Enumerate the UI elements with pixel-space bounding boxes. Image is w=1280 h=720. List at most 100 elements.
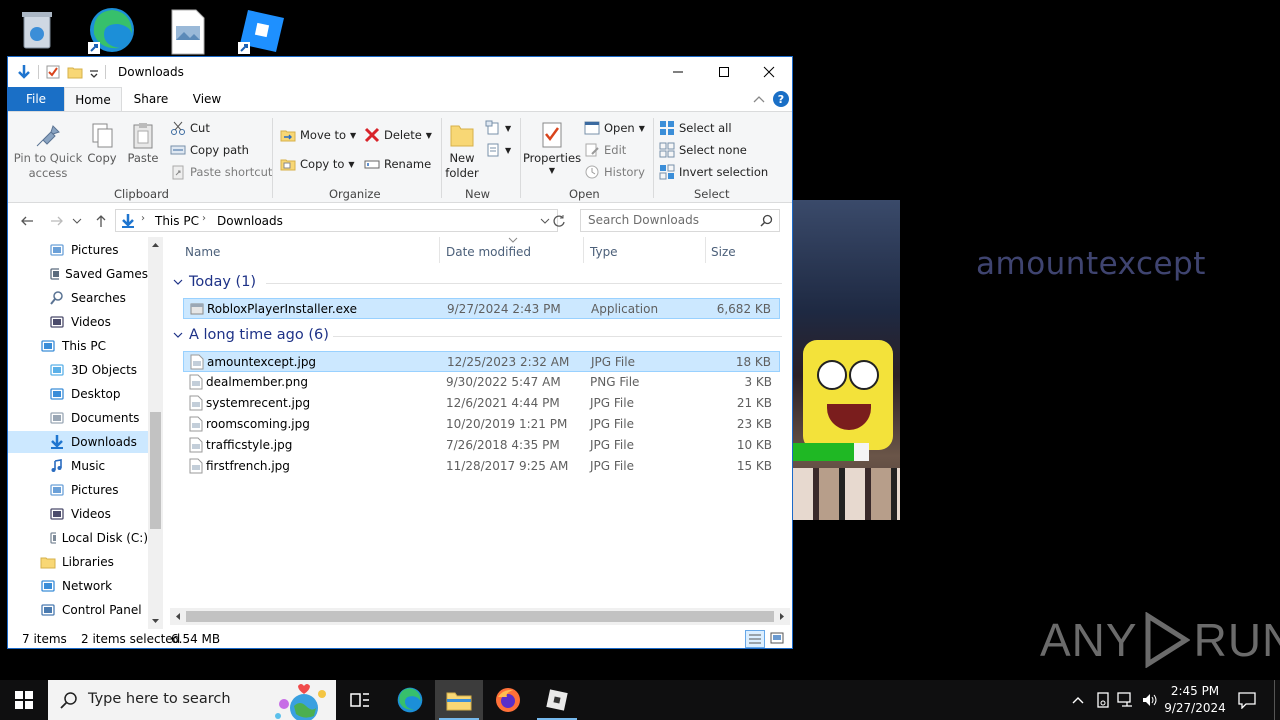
new-folder-button[interactable]: New folder [442,120,482,180]
collapse-ribbon-icon[interactable] [753,94,765,104]
notifications-icon[interactable] [1238,691,1256,709]
tab-share[interactable]: Share [126,87,176,111]
taskbar-firefox[interactable] [484,680,532,720]
col-type[interactable]: Type [590,245,618,259]
table-row[interactable]: RobloxPlayerInstaller.exe 9/27/2024 2:43 … [183,298,780,319]
sidebar-item-videos[interactable]: Videos [8,311,148,333]
sidebar-item-pictures[interactable]: Pictures [8,479,148,501]
address-dropdown-icon[interactable] [540,216,550,226]
large-icons-view-button[interactable] [769,630,787,648]
new-item-button[interactable]: ▼ [485,120,511,136]
col-name[interactable]: Name [185,245,220,259]
show-hidden-icons-chevron-icon[interactable] [1071,694,1085,706]
col-date-modified[interactable]: Date modified [446,245,531,259]
help-icon[interactable]: ? [773,91,789,107]
minimize-button[interactable] [655,57,701,87]
table-row[interactable]: amountexcept.jpg 12/25/2023 2:32 AM JPG Fi… [183,351,780,372]
tab-view[interactable]: View [182,87,232,111]
show-desktop-button[interactable] [1274,680,1280,720]
sidebar-item-control-panel[interactable]: Control Panel [8,599,148,621]
table-row[interactable]: firstfrench.jpg 11/28/2017 9:25 AM JPG Fil… [183,456,780,477]
tab-home[interactable]: Home [64,87,122,111]
sidebar-item-downloads[interactable]: Downloads [8,431,148,453]
up-arrow-icon[interactable] [94,214,108,228]
horizontal-scrollbar[interactable] [170,608,790,625]
open-button[interactable]: Open ▼ [584,120,645,136]
properties-check-icon[interactable] [45,64,61,80]
taskbar-file-explorer[interactable] [435,680,483,720]
sidebar-item-documents[interactable]: Documents [8,407,148,429]
device-icon[interactable] [1094,692,1112,708]
group-long-ago-header[interactable]: A long time ago (6) [173,327,329,343]
move-to-button[interactable]: Move to ▼ [280,127,356,143]
taskbar-edge[interactable] [386,680,434,720]
refresh-icon[interactable] [552,214,566,228]
start-button[interactable] [0,680,48,720]
table-row[interactable]: roomscoming.jpg 10/20/2019 1:21 PM JPG Fil… [183,414,780,435]
sidebar-item-desktop[interactable]: Desktop [8,383,148,405]
delete-button[interactable]: Delete ▼ [364,127,432,143]
delete-x-icon [364,127,380,143]
sidebar-item-videos[interactable]: Videos [8,503,148,525]
copy-button[interactable]: Copy [84,120,120,165]
sidebar-item-label: Downloads [71,435,137,449]
sidebar-item-this-pc[interactable]: This PC [8,335,148,357]
breadcrumb-downloads[interactable]: Downloads [217,214,283,228]
rename-button[interactable]: Rename [364,156,431,172]
properties-button[interactable]: Properties ▼ [522,120,582,175]
roblox-studio-icon[interactable] [236,6,288,56]
nav-scrollbar[interactable] [148,237,163,629]
select-all-button[interactable]: Select all [659,120,732,136]
sidebar-item-pictures[interactable]: Pictures [8,239,148,261]
taskbar-search-box[interactable]: Type here to search [48,680,336,720]
history-label: History [604,165,645,179]
new-folder-icon[interactable] [67,64,83,80]
copy-to-button[interactable]: Copy to ▼ [280,156,355,172]
sidebar-item-network[interactable]: Network [8,575,148,597]
down-arrow-icon[interactable] [16,64,32,80]
recent-locations-icon[interactable] [72,216,82,226]
table-row[interactable]: trafficstyle.jpg 7/26/2018 4:35 PM JPG Fil… [183,435,780,456]
chevron-down-icon[interactable] [89,64,99,80]
edit-button[interactable]: Edit [584,142,626,158]
col-size[interactable]: Size [711,245,736,259]
select-none-button[interactable]: Select none [659,142,747,158]
task-view-button[interactable] [336,680,384,720]
address-bar[interactable]: › This PC › Downloads [115,209,558,232]
system-clock[interactable]: 2:45 PM 9/27/2024 [1162,683,1228,717]
table-row[interactable]: systemrecent.jpg 12/6/2021 4:44 PM JPG Fil… [183,393,780,414]
recycle-bin-icon[interactable] [12,6,64,56]
paste-shortcut-button[interactable]: Paste shortcut [170,164,272,180]
edge-icon[interactable] [86,6,138,56]
table-row[interactable]: dealmember.png 9/30/2022 5:47 AM PNG File 3… [183,372,780,393]
sidebar-item-searches[interactable]: Searches [8,287,148,309]
sidebar-item-music[interactable]: Music [8,455,148,477]
search-input[interactable]: Search Downloads [580,209,780,232]
network-icon[interactable] [1117,692,1135,708]
nav-scroll-thumb[interactable] [150,412,161,529]
sidebar-item-saved-games[interactable]: Saved Games [8,263,148,285]
breadcrumb-this-pc[interactable]: This PC [155,214,199,228]
tab-file[interactable]: File [8,87,64,111]
forward-arrow-icon[interactable] [50,214,64,228]
history-button[interactable]: History [584,164,645,180]
sidebar-item-3d-objects[interactable]: 3D Objects [8,359,148,381]
paste-button[interactable]: Paste [124,120,162,165]
back-arrow-icon[interactable] [20,214,34,228]
volume-icon[interactable] [1141,692,1159,708]
details-view-button[interactable] [745,630,765,648]
group-today-header[interactable]: Today (1) [173,274,256,290]
image-file-icon[interactable] [162,6,214,56]
cut-button[interactable]: Cut [170,120,210,136]
sidebar-item-libraries[interactable]: Libraries [8,551,148,573]
search-icon[interactable] [760,214,773,227]
pin-to-quick-access-button[interactable]: Pin to Quick access [14,120,82,180]
taskbar-roblox[interactable] [533,680,581,720]
easy-access-button[interactable]: ▼ [485,142,511,158]
h-scroll-thumb[interactable] [186,611,774,622]
maximize-button[interactable] [701,57,747,87]
copy-path-button[interactable]: Copy path [170,142,249,158]
sidebar-item-local-disk-c[interactable]: Local Disk (C:) [8,527,148,549]
close-button[interactable] [746,57,792,87]
invert-selection-button[interactable]: Invert selection [659,164,768,180]
